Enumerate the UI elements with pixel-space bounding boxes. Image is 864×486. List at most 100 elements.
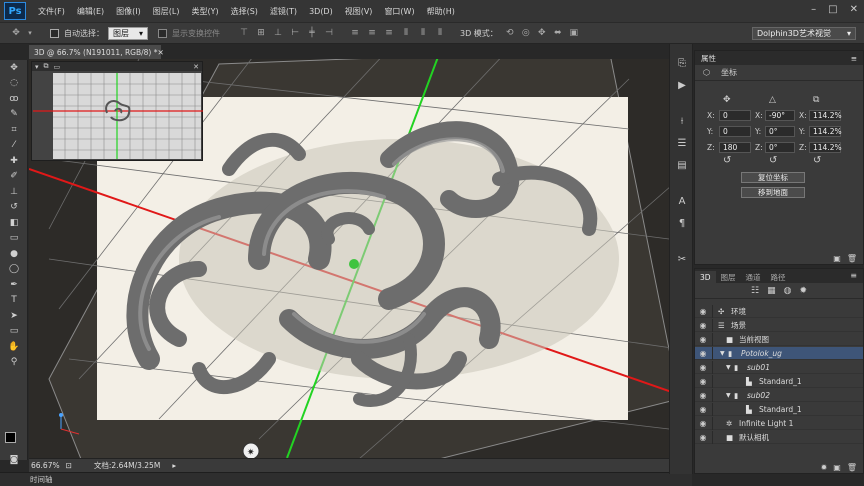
show-transform-checkbox[interactable]	[158, 28, 167, 38]
adjustments-panel-icon[interactable]: ⟊	[670, 110, 694, 132]
history-brush-tool[interactable]: ↺	[0, 200, 28, 216]
y-rotation-field[interactable]: 0°	[765, 126, 795, 137]
menu-3d[interactable]: 3D(D)	[309, 7, 333, 16]
move-tool[interactable]: ✥	[0, 60, 28, 76]
y-scale-field[interactable]: 114.2%	[809, 126, 842, 137]
shape-tool[interactable]: ▭	[0, 324, 28, 340]
menu-edit[interactable]: 编辑(E)	[77, 6, 104, 17]
distribute-hcenter-icon[interactable]: ⫴	[417, 27, 429, 39]
3d-row-material-1[interactable]: ◉ ▙ Standard_1	[695, 374, 863, 388]
eye-icon[interactable]: ◉	[697, 335, 709, 344]
gradient-tool[interactable]: ▭	[0, 231, 28, 247]
eye-icon[interactable]: ◉	[697, 349, 709, 358]
filter-light-icon[interactable]: ✹	[799, 286, 807, 296]
healing-tool[interactable]: ✚	[0, 153, 28, 169]
3d-row-sub01[interactable]: ◉ ▼ ▮ sub01	[695, 360, 863, 374]
menu-window[interactable]: 窗口(W)	[384, 6, 414, 17]
crop-tool[interactable]: ⌗	[0, 122, 28, 138]
dodge-tool[interactable]: ◯	[0, 262, 28, 278]
distribute-vcenter-icon[interactable]: ≡	[366, 27, 378, 39]
3d-secondary-view[interactable]: ▾ ⧉ ▭ ✕	[31, 61, 203, 161]
gizmo-center[interactable]	[349, 259, 359, 269]
close-button[interactable]: ✕	[850, 4, 858, 15]
layer-comps-panel-icon[interactable]: ▤	[670, 154, 694, 176]
stamp-tool[interactable]: ⊥	[0, 184, 28, 200]
blur-tool[interactable]: ●	[0, 246, 28, 262]
3d-row-environment[interactable]: ◉ ✣ 环境	[695, 304, 863, 318]
swap-view-icon[interactable]: ⧉	[44, 62, 49, 71]
zoom-level[interactable]: 66.67%	[31, 461, 60, 470]
view-options-icon[interactable]: ▾	[35, 63, 39, 71]
add-light-icon[interactable]: ✹	[821, 463, 828, 473]
quick-select-tool[interactable]: ✎	[0, 107, 28, 123]
align-bottom-icon[interactable]: ⊥	[272, 27, 284, 39]
filter-mesh-icon[interactable]: ▦	[767, 286, 776, 296]
lasso-tool[interactable]: ꝏ	[0, 91, 28, 107]
auto-select-checkbox[interactable]	[50, 28, 59, 38]
3d-row-mesh-potolok[interactable]: ◉ ▼ ▮ Potolok_ug	[695, 346, 863, 360]
reset-position-icon[interactable]: ↺	[723, 155, 731, 166]
3d-row-sub02[interactable]: ◉ ▼ ▮ sub02	[695, 388, 863, 402]
eye-icon[interactable]: ◉	[697, 307, 709, 316]
3d-row-scene[interactable]: ◉ ☰ 场景	[695, 318, 863, 332]
menu-layer[interactable]: 图层(L)	[153, 6, 180, 17]
paragraph-panel-icon[interactable]: ¶	[670, 212, 694, 234]
eraser-tool[interactable]: ◧	[0, 215, 28, 231]
x-scale-field[interactable]: 114.2%	[809, 110, 842, 121]
tab-channels[interactable]: 通道	[741, 271, 766, 283]
chevron-down-icon[interactable]: ▼	[720, 350, 726, 357]
eye-icon[interactable]: ◉	[697, 377, 709, 386]
filter-material-icon[interactable]: ◍	[784, 286, 792, 296]
status-menu-arrow-icon[interactable]: ▸	[172, 461, 176, 470]
x-position-field[interactable]: 0	[719, 110, 751, 121]
document-tab[interactable]: 3D @ 66.7% (N191011, RGB/8) * ✕	[29, 45, 164, 59]
slide-3d-icon[interactable]: ⬌	[552, 27, 564, 39]
menu-file[interactable]: 文件(F)	[38, 6, 65, 17]
status-options-icon[interactable]: ⊡	[66, 461, 72, 470]
3d-row-current-view[interactable]: ◉ ■ 当前视图	[695, 332, 863, 346]
brush-tool[interactable]: ✐	[0, 169, 28, 185]
eye-icon[interactable]: ◉	[697, 321, 709, 330]
rotate-3d-icon[interactable]: ⟲	[504, 27, 516, 39]
panel-menu-icon[interactable]: ≡	[850, 271, 857, 283]
preset-dropdown-icon[interactable]: ▾	[24, 27, 36, 39]
history-panel-icon[interactable]: ⎘	[670, 52, 694, 74]
eye-icon[interactable]: ◉	[697, 405, 709, 414]
y-position-field[interactable]: 0	[719, 126, 751, 137]
3d-row-default-camera[interactable]: ◉ ■ 默认相机	[695, 430, 863, 444]
3d-row-infinite-light[interactable]: ◉ ✲ Infinite Light 1	[695, 416, 863, 430]
align-left-icon[interactable]: ⊢	[289, 27, 301, 39]
scale-3d-icon[interactable]: ▣	[568, 27, 580, 39]
z-position-field[interactable]: 180	[719, 142, 751, 153]
distribute-bottom-icon[interactable]: ≡	[383, 27, 395, 39]
menu-type[interactable]: 类型(Y)	[191, 6, 218, 17]
eye-icon[interactable]: ◉	[697, 391, 709, 400]
marquee-tool[interactable]: ◌	[0, 76, 28, 92]
auto-select-dropdown[interactable]: 图层 ▾	[108, 26, 148, 40]
foreground-color-swatch[interactable]	[5, 432, 16, 443]
3d-row-material-2[interactable]: ◉ ▙ Standard_1	[695, 402, 863, 416]
tab-layers[interactable]: 图层	[716, 271, 741, 283]
panel-menu-icon[interactable]: ≡	[851, 54, 857, 63]
menu-image[interactable]: 图像(I)	[116, 6, 141, 17]
close-icon[interactable]: ✕	[158, 48, 164, 57]
reset-rotation-icon[interactable]: ↺	[769, 155, 777, 166]
filter-scene-icon[interactable]: ☷	[751, 286, 759, 296]
menu-filter[interactable]: 滤镜(T)	[270, 6, 297, 17]
eye-icon[interactable]: ◉	[697, 363, 709, 372]
move-tool-icon[interactable]: ✥	[10, 27, 22, 39]
pan-3d-icon[interactable]: ✥	[536, 27, 548, 39]
eyedropper-tool[interactable]: ⁄	[0, 138, 28, 154]
menu-select[interactable]: 选择(S)	[231, 6, 258, 17]
menu-view[interactable]: 视图(V)	[345, 6, 373, 17]
chevron-down-icon[interactable]: ▼	[726, 392, 732, 399]
x-rotation-field[interactable]: -90°	[765, 110, 795, 121]
distribute-left-icon[interactable]: ⫴	[400, 27, 412, 39]
zoom-tool[interactable]: ⚲	[0, 355, 28, 371]
pen-tool[interactable]: ✒	[0, 277, 28, 293]
close-icon[interactable]: ✕	[193, 63, 199, 71]
tab-paths[interactable]: 路径	[766, 271, 791, 283]
minimize-button[interactable]: –	[811, 4, 816, 15]
roll-3d-icon[interactable]: ◎	[520, 27, 532, 39]
z-rotation-field[interactable]: 0°	[765, 142, 795, 153]
